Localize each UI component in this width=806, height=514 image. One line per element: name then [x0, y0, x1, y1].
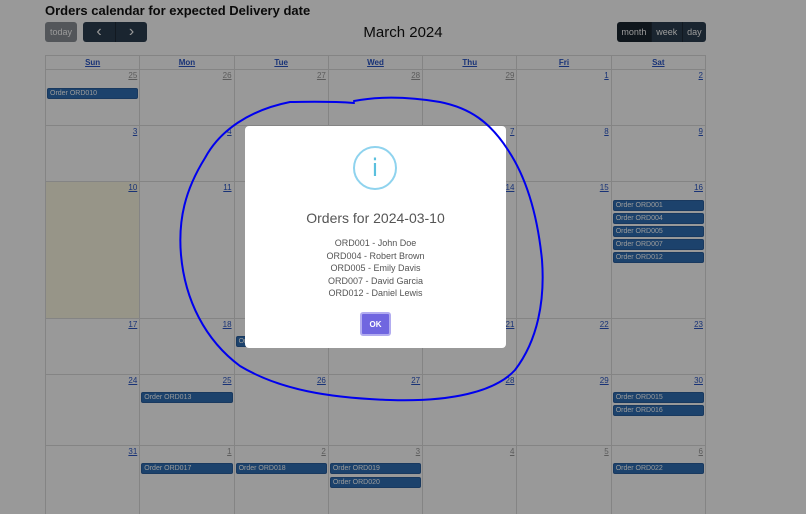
- ok-button[interactable]: OK: [360, 312, 391, 336]
- info-icon: i: [353, 146, 397, 190]
- order-line: ORD004 - Robert Brown: [326, 250, 425, 261]
- dialog-order-list: ORD001 - John Doe ORD004 - Robert Brown …: [245, 237, 506, 300]
- dialog-title: Orders for 2024-03-10: [306, 210, 445, 226]
- order-line: ORD007 - David Garcia: [327, 275, 424, 286]
- order-line: ORD005 - Emily Davis: [330, 263, 421, 273]
- order-line: ORD012 - Daniel Lewis: [328, 288, 423, 298]
- orders-dialog: i Orders for 2024-03-10 ORD001 - John Do…: [245, 126, 506, 348]
- order-line: ORD001 - John Doe: [334, 238, 417, 248]
